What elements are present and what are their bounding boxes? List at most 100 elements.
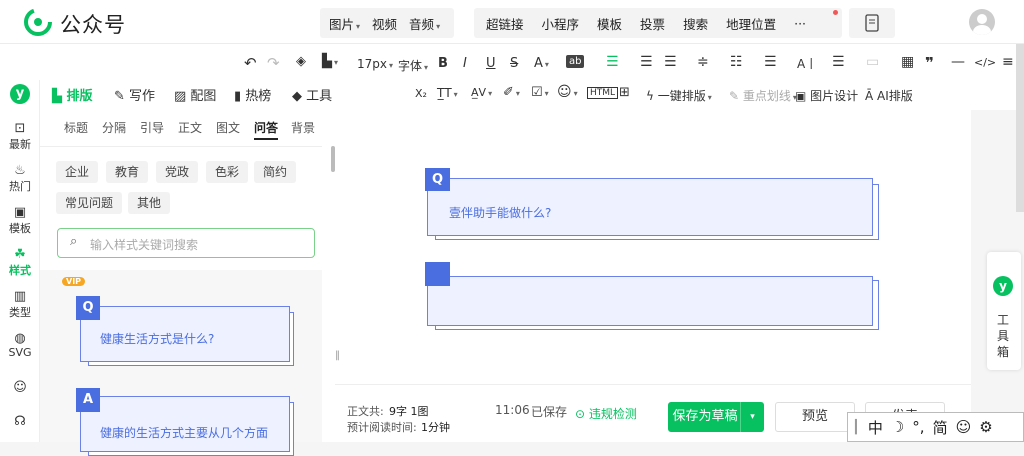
align-left-icon[interactable]: ☰ bbox=[640, 54, 653, 70]
vote-button[interactable]: 投票 bbox=[640, 14, 665, 33]
editor-q-text[interactable]: 壹伴助手能做什么? bbox=[449, 204, 551, 221]
latest-icon: ⊡ bbox=[14, 121, 26, 136]
ime-chinese[interactable]: 中 bbox=[868, 417, 883, 438]
preview-phone-button[interactable] bbox=[849, 8, 895, 38]
format-painter-icon[interactable]: ◈ bbox=[296, 54, 306, 69]
tab-body[interactable]: 正文 bbox=[178, 119, 202, 136]
highlight-line-button[interactable]: ✎ 重点划线 ▾ bbox=[729, 87, 797, 104]
italic-button[interactable]: I bbox=[463, 56, 467, 71]
search-button[interactable]: 搜索 bbox=[683, 14, 708, 33]
editor-canvas[interactable]: Q 壹伴助手能做什么? ‖ bbox=[335, 110, 971, 384]
letter-spacing-icon[interactable]: A丨 bbox=[797, 55, 817, 72]
mini-program-button[interactable]: 小程序 bbox=[542, 14, 580, 33]
tab-tools[interactable]: ◆ 工具 bbox=[292, 85, 332, 104]
save-status: 已保存 bbox=[531, 405, 568, 419]
tab-background[interactable]: 背景 bbox=[291, 119, 315, 136]
font-family-select[interactable]: 字体 ▾ bbox=[398, 57, 428, 74]
tab-layout[interactable]: ▙ 排版 bbox=[52, 85, 93, 104]
save-draft-button[interactable]: 保存为草稿 ▾ bbox=[668, 402, 764, 432]
chip-enterprise[interactable]: 企业 bbox=[56, 161, 98, 183]
chip-color[interactable]: 色彩 bbox=[206, 161, 248, 183]
spacing-icon[interactable]: ☰ bbox=[764, 54, 777, 70]
toolbox-float[interactable]: y 工具箱 ⇦ bbox=[987, 252, 1021, 370]
template-button[interactable]: 模板 bbox=[597, 14, 622, 33]
tab-image[interactable]: ▨ 配图 bbox=[174, 85, 216, 104]
magic-icon[interactable]: ✐ ▾ bbox=[503, 85, 520, 100]
ime-settings-icon[interactable]: ⚙ bbox=[979, 418, 992, 436]
table-icon[interactable]: ▦ bbox=[901, 54, 914, 70]
preview-button[interactable]: 预览 bbox=[775, 402, 855, 432]
tab-title[interactable]: 标题 bbox=[64, 119, 88, 136]
list-icon[interactable]: ☰ bbox=[832, 54, 845, 70]
rail-item-style[interactable]: ☘ 样式 bbox=[0, 248, 40, 278]
hyperlink-button[interactable]: 超链接 bbox=[486, 14, 524, 33]
insert-video-button[interactable]: 视频 bbox=[372, 14, 397, 33]
yiban-logo-icon: y bbox=[10, 84, 30, 104]
tab-qa[interactable]: 问答 bbox=[254, 119, 278, 136]
strikethrough-button[interactable]: S bbox=[510, 56, 518, 71]
rail-item-template[interactable]: ▣ 模板 bbox=[0, 206, 40, 236]
one-click-layout-button[interactable]: ϟ 一键排版 ▾ bbox=[646, 87, 712, 104]
redo-icon[interactable]: ↷ bbox=[267, 54, 280, 72]
compliance-check-link[interactable]: ⊙ 违规检测 bbox=[575, 405, 637, 422]
text-color-button[interactable]: A ▾ bbox=[534, 56, 549, 71]
tab-write[interactable]: ✎ 写作 bbox=[114, 85, 155, 104]
tab-hot[interactable]: ▮ 热榜 bbox=[234, 85, 271, 104]
ime-moon-icon[interactable]: ☽ bbox=[891, 418, 904, 436]
char-spacing-icon[interactable]: A̲V ▾ bbox=[471, 86, 492, 99]
rail-item-latest[interactable]: ⊡ 最新 bbox=[0, 122, 40, 152]
paragraph-spacing-icon[interactable]: ☷ bbox=[730, 54, 743, 70]
style-sample-list[interactable]: VIP Q 健康生活方式是什么? A 健康的生活方式主要从几个方面 bbox=[40, 270, 322, 456]
format-toolbar: ↶ ↷ ◈ ▙ ▾ 17px ▾ 字体 ▾ B I U S A ▾ ab ☰ ☰ ☰ ≑… bbox=[0, 44, 1024, 80]
line-height-icon[interactable]: ≑ bbox=[697, 54, 709, 70]
undo-icon[interactable]: ↶ bbox=[244, 54, 257, 72]
resize-handle[interactable]: ‖ bbox=[335, 350, 340, 361]
underline-button[interactable]: U bbox=[486, 56, 496, 71]
rail-item-type[interactable]: ▥ 类型 bbox=[0, 290, 40, 320]
quote-icon[interactable]: ❞ bbox=[925, 54, 934, 72]
ime-punct-icon[interactable]: °, bbox=[912, 418, 924, 436]
help-icon[interactable]: ☺ bbox=[0, 380, 40, 395]
editor-block2-box[interactable] bbox=[427, 276, 873, 326]
rail-item-hot[interactable]: ♨ 热门 bbox=[0, 164, 40, 194]
chevron-down-icon[interactable]: ▾ bbox=[740, 402, 764, 432]
background-color-icon[interactable]: ab bbox=[566, 55, 585, 68]
bookmark-icon: ▮ bbox=[234, 89, 246, 104]
style-search-input[interactable]: ⌕ 输入样式关键词搜索 bbox=[57, 228, 315, 258]
ai-layout-button[interactable]: Ā AI排版 bbox=[865, 87, 913, 104]
bold-button[interactable]: B bbox=[438, 56, 448, 71]
html-icon[interactable]: HTML bbox=[587, 87, 619, 99]
font-size-select[interactable]: 17px ▾ bbox=[357, 57, 393, 71]
tab-divider[interactable]: 分隔 bbox=[102, 119, 126, 136]
insert-image-button[interactable]: 图片 ▾ bbox=[329, 14, 360, 33]
headset-icon[interactable]: ☊ bbox=[0, 414, 40, 429]
subscript-button[interactable]: X₂ bbox=[415, 87, 427, 100]
ime-simplified[interactable]: 简 bbox=[933, 417, 948, 438]
page-scrollbar[interactable] bbox=[1016, 44, 1024, 212]
location-button[interactable]: 地理位置 bbox=[726, 14, 776, 33]
chip-education[interactable]: 教育 bbox=[106, 161, 148, 183]
chip-party[interactable]: 党政 bbox=[156, 161, 198, 183]
chart-icon[interactable]: ☑ ▾ bbox=[531, 85, 549, 100]
divider-icon[interactable]: — bbox=[951, 54, 965, 70]
emoji-icon[interactable]: ☺ ▾ bbox=[557, 84, 578, 100]
user-avatar[interactable] bbox=[969, 9, 995, 35]
more-button[interactable]: ··· bbox=[794, 16, 806, 31]
clear-format-icon[interactable]: ▙ ▾ bbox=[322, 54, 338, 69]
more-tools-icon[interactable]: ≡ bbox=[1002, 54, 1014, 70]
indent-icon[interactable]: ☰ bbox=[664, 54, 677, 70]
ime-handle-icon[interactable]: ┃ bbox=[852, 420, 860, 435]
chip-faq[interactable]: 常见问题 bbox=[56, 192, 122, 214]
first-line-indent-icon[interactable]: T̲T ▾ bbox=[437, 86, 458, 100]
rail-item-svg[interactable]: ◍ SVG bbox=[0, 332, 40, 360]
tab-image-text[interactable]: 图文 bbox=[216, 119, 240, 136]
tab-guide[interactable]: 引导 bbox=[140, 119, 164, 136]
chip-other[interactable]: 其他 bbox=[128, 192, 170, 214]
briefcase-icon[interactable]: ⊞ bbox=[619, 85, 630, 100]
align-center-icon[interactable]: ☰ bbox=[606, 54, 619, 70]
chip-simple[interactable]: 简约 bbox=[254, 161, 296, 183]
code-icon[interactable]: </> bbox=[974, 56, 996, 69]
insert-audio-button[interactable]: 音频 ▾ bbox=[409, 14, 440, 33]
image-design-button[interactable]: ▣ 图片设计 bbox=[795, 87, 858, 104]
ime-emoji-icon[interactable]: ☺ bbox=[956, 418, 972, 436]
